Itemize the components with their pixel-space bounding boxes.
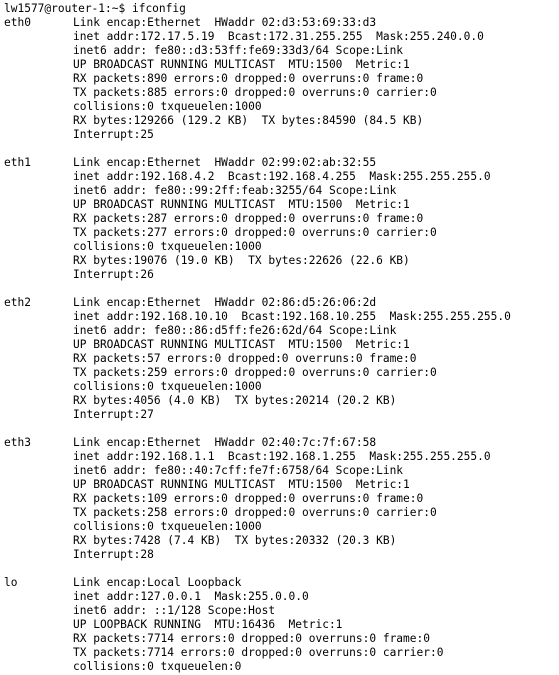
terminal-window[interactable]: lw1577@router-1:~$ ifconfig eth0 Link en… (0, 0, 559, 675)
interface-header: eth2 Link encap:Ethernet HWaddr 02:86:d5… (4, 296, 559, 310)
interface-detail-line: RX bytes:19076 (19.0 KB) TX bytes:22626 … (73, 254, 410, 267)
interface-detail-line: Interrupt:25 (73, 128, 154, 141)
interface-detail-line: RX packets:890 errors:0 dropped:0 overru… (73, 72, 424, 85)
interface-detail-line: UP LOOPBACK RUNNING MTU:16436 Metric:1 (73, 618, 343, 631)
interface-detail-line: TX packets:258 errors:0 dropped:0 overru… (73, 506, 437, 519)
interface-detail-line: inet6 addr: fe80::86:d5ff:fe26:62d/64 Sc… (73, 324, 397, 337)
interface-detail-line: TX packets:7714 errors:0 dropped:0 overr… (73, 646, 444, 659)
interface-detail-line: inet6 addr: fe80::40:7cff:fe7f:6758/64 S… (73, 464, 404, 477)
interface-header: eth3 Link encap:Ethernet HWaddr 02:40:7c… (4, 436, 559, 450)
interface-detail-line: RX packets:57 errors:0 dropped:0 overrun… (73, 352, 417, 365)
interface-detail-line: RX packets:7714 errors:0 dropped:0 overr… (73, 632, 430, 645)
interface-detail-line: inet6 addr: ::1/128 Scope:Host (73, 604, 276, 617)
interface-detail-line: Interrupt:27 (73, 408, 154, 421)
interface-detail-line: RX bytes:4056 (4.0 KB) TX bytes:20214 (2… (73, 394, 397, 407)
interface-detail-line: RX packets:109 errors:0 dropped:0 overru… (73, 492, 424, 505)
interface-header: eth0 Link encap:Ethernet HWaddr 02:d3:53… (4, 16, 559, 30)
interface-detail-line: TX packets:277 errors:0 dropped:0 overru… (73, 226, 437, 239)
interface-detail-line: collisions:0 txqueuelen:1000 (73, 380, 262, 393)
interface-detail-line: TX packets:259 errors:0 dropped:0 overru… (73, 366, 437, 379)
interface-detail-line: inet addr:192.168.1.1 Bcast:192.168.1.25… (73, 450, 491, 463)
interface-link-info: Link encap:Ethernet HWaddr 02:40:7c:7f:6… (73, 436, 377, 449)
interface-detail-line: UP BROADCAST RUNNING MULTICAST MTU:1500 … (73, 58, 410, 71)
interface-detail-line: UP BROADCAST RUNNING MULTICAST MTU:1500 … (73, 338, 410, 351)
interface-detail-line: inet addr:127.0.0.1 Mask:255.0.0.0 (73, 590, 309, 603)
shell-prompt: lw1577@router-1:~$ ifconfig (4, 2, 186, 15)
interface-detail-line: inet6 addr: fe80::d3:53ff:fe69:33d3/64 S… (73, 44, 404, 57)
interface-name: eth3 (4, 436, 31, 449)
interface-detail-line: UP BROADCAST RUNNING MULTICAST MTU:1500 … (73, 478, 410, 491)
interface-name: eth0 (4, 16, 31, 29)
interface-link-info: Link encap:Local Loopback (73, 576, 242, 589)
interface-detail-line: RX bytes:129266 (129.2 KB) TX bytes:8459… (73, 114, 424, 127)
interface-detail-line: inet addr:192.168.4.2 Bcast:192.168.4.25… (73, 170, 491, 183)
interface-eth0: eth0 Link encap:Ethernet HWaddr 02:d3:53… (4, 16, 559, 142)
interface-header: eth1 Link encap:Ethernet HWaddr 02:99:02… (4, 156, 559, 170)
interface-detail-line: Interrupt:28 (73, 548, 154, 561)
interface-detail-line: collisions:0 txqueuelen:0 (73, 660, 242, 673)
interface-detail-line: Interrupt:26 (73, 268, 154, 281)
interface-link-info: Link encap:Ethernet HWaddr 02:99:02:ab:3… (73, 156, 377, 169)
interface-detail-line: collisions:0 txqueuelen:1000 (73, 520, 262, 533)
interface-name: eth1 (4, 156, 31, 169)
interface-eth1: eth1 Link encap:Ethernet HWaddr 02:99:02… (4, 156, 559, 282)
interface-detail-line: RX bytes:7428 (7.4 KB) TX bytes:20332 (2… (73, 534, 397, 547)
interface-detail-line: inet6 addr: fe80::99:2ff:feab:3255/64 Sc… (73, 184, 397, 197)
interface-detail-line: collisions:0 txqueuelen:1000 (73, 240, 262, 253)
interface-eth2: eth2 Link encap:Ethernet HWaddr 02:86:d5… (4, 296, 559, 422)
interface-name: lo (4, 576, 18, 589)
interface-detail-line: inet addr:192.168.10.10 Bcast:192.168.10… (73, 310, 511, 323)
interface-lo: lo Link encap:Local Loopback inet addr:1… (4, 576, 559, 674)
interface-header: lo Link encap:Local Loopback (4, 576, 559, 590)
interface-detail-line: collisions:0 txqueuelen:1000 (73, 100, 262, 113)
interface-detail-line: RX packets:287 errors:0 dropped:0 overru… (73, 212, 424, 225)
interface-name: eth2 (4, 296, 31, 309)
interface-detail-line: inet addr:172.17.5.19 Bcast:172.31.255.2… (73, 30, 484, 43)
interface-detail-line: UP BROADCAST RUNNING MULTICAST MTU:1500 … (73, 198, 410, 211)
interface-link-info: Link encap:Ethernet HWaddr 02:d3:53:69:3… (73, 16, 377, 29)
interface-eth3: eth3 Link encap:Ethernet HWaddr 02:40:7c… (4, 436, 559, 562)
interface-link-info: Link encap:Ethernet HWaddr 02:86:d5:26:0… (73, 296, 377, 309)
interface-detail-line: TX packets:885 errors:0 dropped:0 overru… (73, 86, 437, 99)
